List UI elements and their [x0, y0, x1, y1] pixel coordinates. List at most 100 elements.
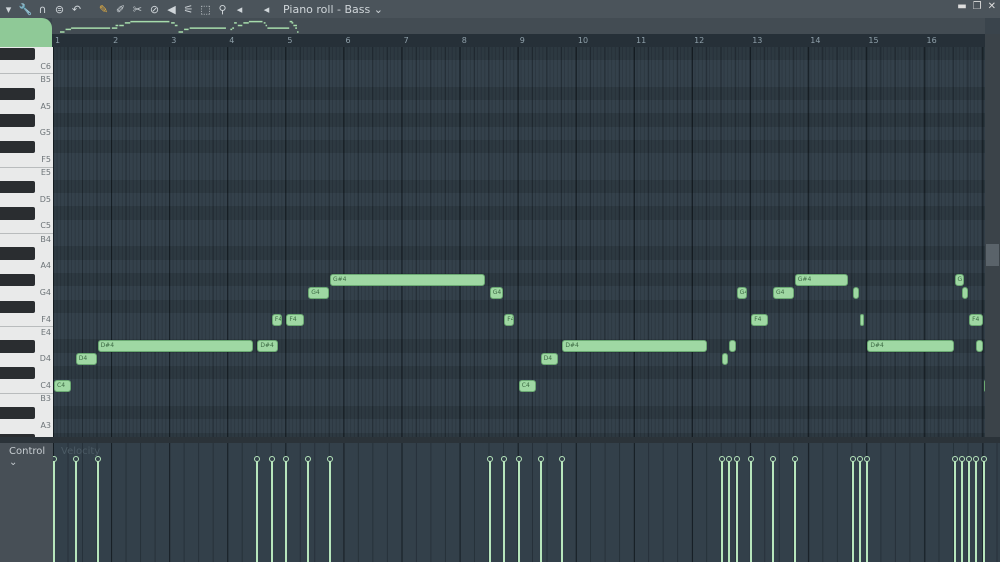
bar-number[interactable]: 6 [346, 36, 351, 45]
note[interactable]: G4 [308, 286, 329, 299]
black-key[interactable] [0, 207, 35, 220]
note[interactable] [961, 286, 969, 299]
velocity-handle[interactable] [283, 455, 290, 462]
note[interactable]: G4 [736, 286, 747, 299]
bar-number[interactable]: 8 [462, 36, 467, 45]
velocity-bar[interactable] [726, 455, 733, 562]
bar-number[interactable]: 14 [810, 36, 820, 45]
velocity-handle[interactable] [748, 455, 755, 462]
tool-corner-box[interactable] [0, 18, 52, 47]
velocity-handle[interactable] [973, 455, 980, 462]
note[interactable]: F4 [751, 313, 769, 326]
menu-arrow-icon[interactable]: ▾ [2, 3, 15, 16]
paint-brush-icon[interactable]: ✐ [114, 3, 127, 16]
note-grid[interactable]: C4D4D#4D#4F4F4G4G#4G4F4C4D4D#4G4F4G4G#4D… [53, 47, 985, 437]
playback-icon[interactable]: ◂ [233, 3, 246, 16]
black-key[interactable] [0, 247, 35, 260]
minimize-button[interactable]: ▬ [957, 1, 966, 12]
velocity-handle[interactable] [791, 455, 798, 462]
velocity-bar[interactable] [305, 455, 312, 562]
note[interactable]: D#4 [562, 340, 707, 353]
velocity-handle[interactable] [857, 455, 864, 462]
speaker-icon[interactable]: ◂ [260, 3, 273, 16]
vertical-scrollbar[interactable] [985, 34, 1000, 437]
velocity-bar[interactable] [951, 455, 958, 562]
black-key[interactable] [0, 406, 35, 420]
note[interactable]: G#4 [794, 273, 849, 286]
velocity-bar[interactable] [857, 455, 864, 562]
velocity-handle[interactable] [537, 455, 544, 462]
bar-number[interactable]: 13 [752, 36, 762, 45]
velocity-handle[interactable] [268, 455, 275, 462]
delete-icon[interactable]: ✂ [131, 3, 144, 16]
mute-icon[interactable]: ◀ [165, 3, 178, 16]
pencil-icon[interactable]: ✎ [97, 3, 110, 16]
note[interactable]: D#4 [257, 340, 279, 353]
black-key[interactable] [0, 114, 35, 127]
note[interactable]: D4 [540, 353, 558, 366]
velocity-handle[interactable] [326, 455, 333, 462]
velocity-bar[interactable] [515, 455, 522, 562]
velocity-bar[interactable] [733, 455, 740, 562]
velocity-handle[interactable] [486, 455, 493, 462]
velocity-bar[interactable] [72, 455, 79, 562]
bar-number[interactable]: 4 [229, 36, 234, 45]
black-key[interactable] [0, 300, 35, 313]
velocity-handle[interactable] [305, 455, 312, 462]
zoom-icon[interactable]: ⚲ [216, 3, 229, 16]
note[interactable]: G#4 [329, 273, 486, 286]
bar-number[interactable]: 15 [868, 36, 878, 45]
velocity-bar[interactable] [53, 455, 57, 562]
velocity-bar[interactable] [973, 455, 980, 562]
black-key[interactable] [0, 273, 35, 287]
velocity-handle[interactable] [966, 455, 973, 462]
bar-number[interactable]: 1 [55, 36, 60, 45]
velocity-bar[interactable] [958, 455, 965, 562]
black-key[interactable] [0, 140, 35, 154]
bar-number[interactable]: 16 [927, 36, 937, 45]
velocity-bar[interactable] [748, 455, 755, 562]
black-key[interactable] [0, 180, 35, 194]
stamp-icon[interactable]: ⊜ [53, 3, 66, 16]
velocity-bar[interactable] [791, 455, 798, 562]
bar-number[interactable]: 7 [404, 36, 409, 45]
restore-button[interactable]: ❐ [973, 1, 982, 12]
velocity-bar[interactable] [980, 455, 987, 562]
note[interactable] [729, 340, 736, 353]
note[interactable]: G4 [772, 286, 794, 299]
bar-number[interactable]: 5 [287, 36, 292, 45]
note[interactable] [976, 340, 983, 353]
select-icon[interactable]: ⬚ [199, 3, 212, 16]
velocity-bar[interactable] [501, 455, 508, 562]
scrollbar-thumb[interactable] [986, 244, 999, 266]
velocity-bar[interactable] [559, 455, 566, 562]
velocity-handle[interactable] [864, 455, 871, 462]
velocity-bar[interactable] [537, 455, 544, 562]
velocity-handle[interactable] [980, 455, 987, 462]
note[interactable]: D#4 [867, 340, 954, 353]
note[interactable]: C4 [54, 380, 72, 392]
note[interactable]: G4 [489, 286, 504, 299]
velocity-handle[interactable] [72, 455, 79, 462]
black-key[interactable] [0, 367, 35, 380]
velocity-handle[interactable] [515, 455, 522, 462]
black-key[interactable] [0, 340, 35, 353]
velocity-bar[interactable] [94, 455, 101, 562]
bar-number[interactable]: 10 [578, 36, 588, 45]
velocity-handle[interactable] [958, 455, 965, 462]
note[interactable]: F4 [286, 313, 304, 326]
pattern-overview[interactable] [52, 18, 985, 34]
velocity-bar[interactable] [864, 455, 871, 562]
undo-icon[interactable]: ↶ [70, 3, 83, 16]
velocity-handle[interactable] [719, 455, 726, 462]
bar-number[interactable]: 12 [694, 36, 704, 45]
velocity-handle[interactable] [769, 455, 776, 462]
note[interactable]: D#4 [97, 340, 253, 353]
black-key[interactable] [0, 87, 35, 101]
disable-icon[interactable]: ⊘ [148, 3, 161, 16]
note[interactable]: G [954, 273, 965, 286]
velocity-bar[interactable] [966, 455, 973, 562]
wrench-icon[interactable]: 🔧 [19, 3, 33, 16]
magnet-icon[interactable]: ∩ [36, 3, 49, 16]
velocity-bar[interactable] [769, 455, 776, 562]
